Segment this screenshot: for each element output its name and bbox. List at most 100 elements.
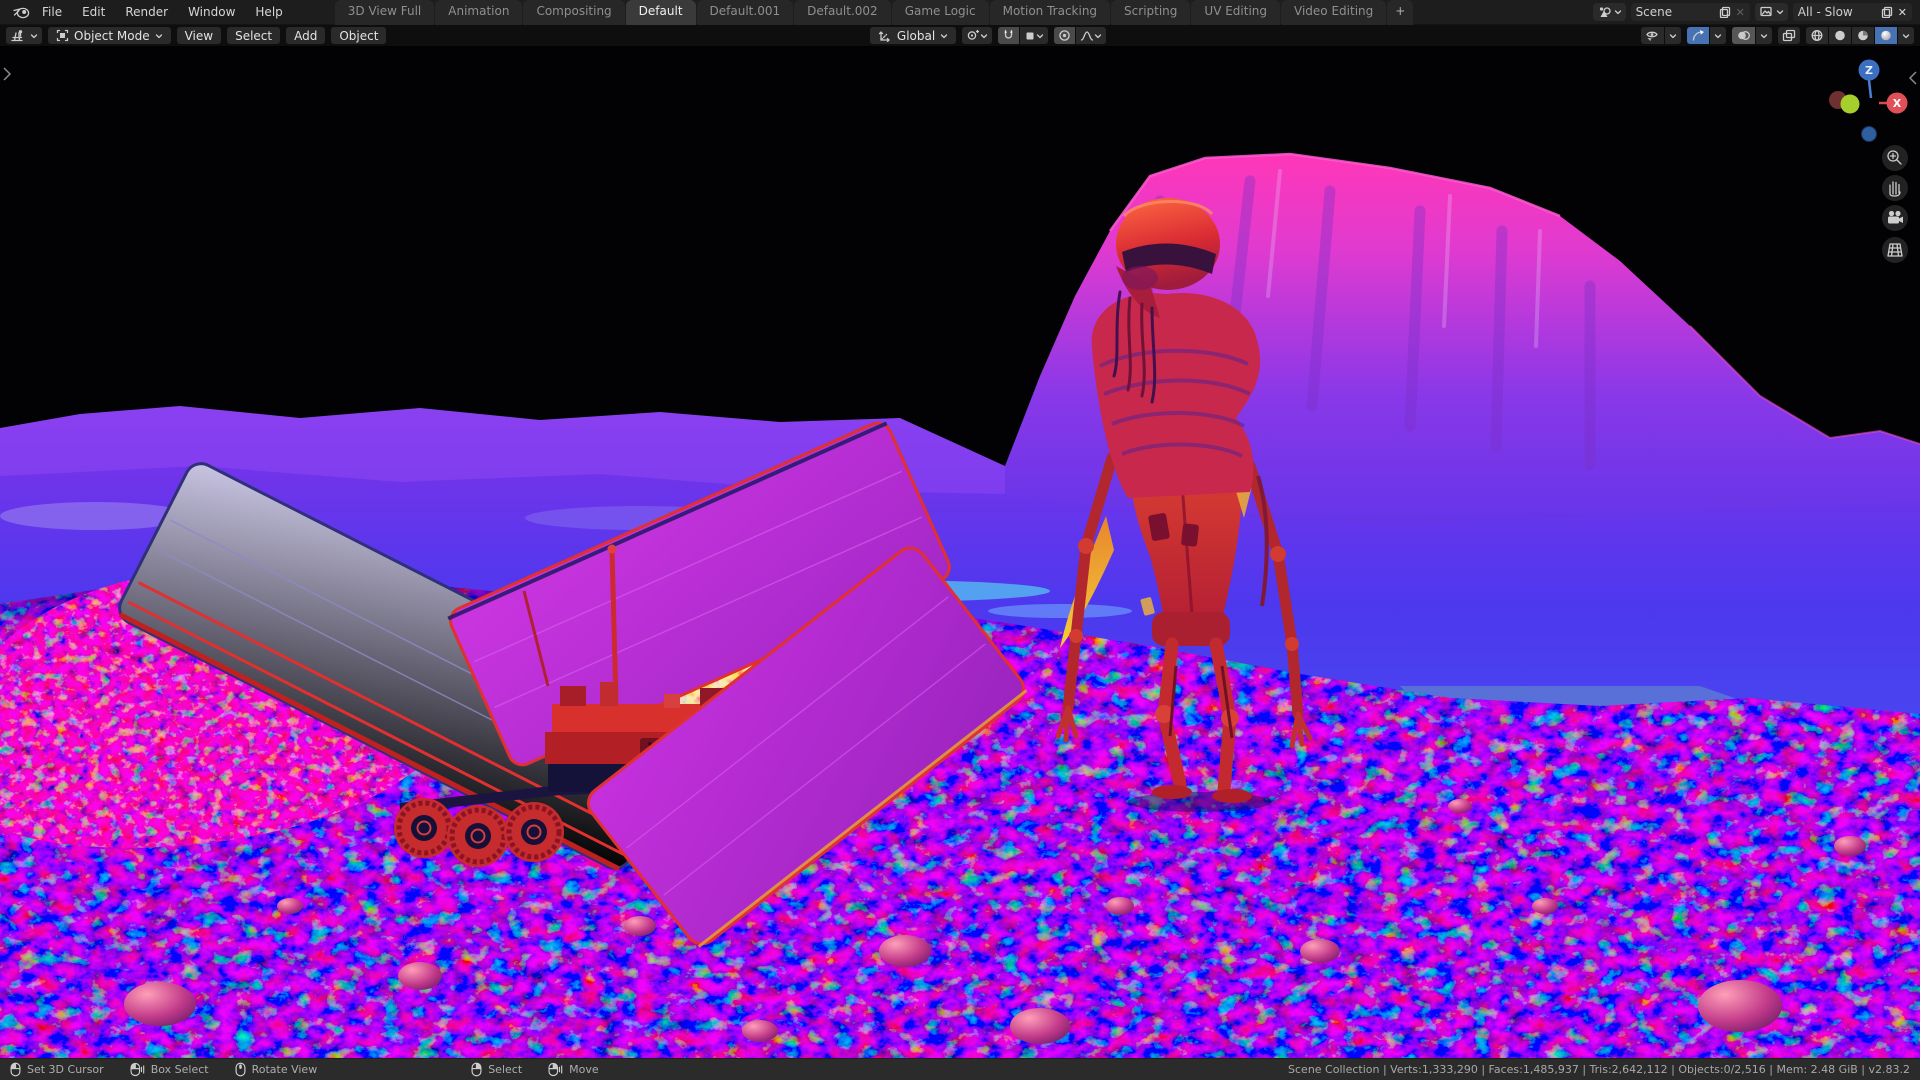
proportional-editing-icon [1058, 29, 1071, 42]
tab-default[interactable]: Default [626, 0, 696, 25]
menu-file[interactable]: File [32, 0, 72, 24]
object-mode-icon [56, 29, 69, 42]
shading-options-chevron[interactable] [1898, 27, 1914, 44]
tab-default-002[interactable]: Default.002 [794, 0, 891, 25]
new-scene-icon[interactable] [1719, 6, 1731, 18]
scene-icon [1597, 5, 1612, 19]
svg-text:Z: Z [1865, 64, 1873, 77]
proportional-falloff-dropdown[interactable] [1076, 27, 1106, 44]
chevron-down-icon [1776, 8, 1784, 16]
chevron-down-icon [155, 32, 163, 40]
editor-type-button[interactable] [6, 27, 42, 44]
editor-type-3d-viewport-icon [10, 29, 25, 43]
select-menu[interactable]: Select [227, 27, 280, 44]
scene-name: Scene [1636, 5, 1714, 19]
camera-view-button[interactable] [1882, 205, 1908, 231]
axis-neg-z-ball[interactable] [1862, 127, 1877, 142]
gizmos-options-chevron[interactable] [1710, 27, 1726, 44]
mouse-lmb-icon [10, 1062, 21, 1077]
view-layer-name: All - Slow [1798, 5, 1876, 19]
shading-material-button[interactable] [1852, 27, 1874, 44]
remove-view-layer-icon[interactable]: ✕ [1898, 6, 1907, 19]
chevron-down-icon [1614, 8, 1622, 16]
object-visibility-dropdown[interactable] [1641, 27, 1664, 44]
view-layer-field[interactable]: All - Slow ✕ [1793, 3, 1912, 21]
tab-game-logic[interactable]: Game Logic [892, 0, 989, 25]
tab-3d-view-full[interactable]: 3D View Full [335, 0, 435, 25]
transform-orientation-dropdown[interactable]: Global [870, 27, 956, 44]
tab-scripting[interactable]: Scripting [1111, 0, 1190, 25]
tab-uv-editing[interactable]: UV Editing [1191, 0, 1280, 25]
workspace-tabs: 3D View Full Animation Compositing Defau… [335, 0, 1414, 25]
falloff-curve-icon [1080, 30, 1094, 42]
chevron-down-icon [1036, 32, 1044, 40]
pan-hand-button[interactable] [1882, 175, 1908, 201]
snap-increment-icon [1024, 30, 1036, 42]
chevron-down-icon [1902, 32, 1910, 40]
scene-browse-button[interactable] [1593, 3, 1626, 21]
wireframe-shading-icon [1810, 29, 1824, 42]
statusbar: Set 3D Cursor Box Select Rotate View Sel… [0, 1058, 1920, 1080]
shading-solid-button[interactable] [1829, 27, 1851, 44]
gizmos-toggle[interactable] [1687, 27, 1709, 44]
visibility-options-chevron[interactable] [1665, 27, 1681, 44]
orientation-axes-icon [878, 29, 892, 42]
shading-wireframe-button[interactable] [1806, 27, 1828, 44]
new-view-layer-icon[interactable] [1881, 6, 1893, 18]
mouse-lmb-drag-icon [130, 1062, 145, 1077]
overlays-options-chevron[interactable] [1756, 27, 1772, 44]
mode-dropdown[interactable]: Object Mode [48, 27, 171, 44]
scene-viewlayer-controls: Scene ✕ All - Slow ✕ [1593, 3, 1920, 21]
unlink-scene-icon: ✕ [1736, 6, 1745, 19]
menu-edit[interactable]: Edit [72, 0, 115, 24]
mouse-mmb-icon [235, 1062, 246, 1077]
snap-target-dropdown[interactable] [1020, 27, 1048, 44]
hint-rotate-view: Rotate View [235, 1062, 318, 1077]
tab-compositing[interactable]: Compositing [523, 0, 624, 25]
view-menu[interactable]: View [177, 27, 221, 44]
overlays-toggle[interactable] [1732, 27, 1755, 44]
mode-label: Object Mode [74, 29, 150, 43]
shading-rendered-button[interactable] [1875, 27, 1897, 44]
tab-motion-tracking[interactable]: Motion Tracking [990, 0, 1110, 25]
chevron-down-icon [30, 32, 38, 40]
view-layer-icon [1759, 5, 1774, 19]
scene-name-field[interactable]: Scene ✕ [1631, 3, 1750, 21]
overlays-icon [1736, 29, 1751, 42]
rendered-shading-icon [1879, 29, 1893, 42]
menu-window[interactable]: Window [178, 0, 245, 24]
xray-icon [1782, 29, 1796, 42]
zoom-button[interactable] [1882, 145, 1908, 171]
viewport-render: Z X [0, 46, 1920, 1058]
snap-toggle[interactable] [998, 27, 1019, 44]
menu-render[interactable]: Render [115, 0, 178, 24]
hint-set-3d-cursor: Set 3D Cursor [10, 1062, 104, 1077]
pivot-point-dropdown[interactable] [962, 27, 992, 44]
hint-move: Move [548, 1062, 599, 1077]
hint-box-select: Box Select [130, 1062, 209, 1077]
view-layer-browse-button[interactable] [1755, 3, 1788, 21]
axis-y-ball[interactable] [1841, 95, 1860, 114]
blender-logo-icon[interactable] [10, 3, 32, 21]
chevron-down-icon [1714, 32, 1722, 40]
tab-default-001[interactable]: Default.001 [697, 0, 794, 25]
menu-help[interactable]: Help [245, 0, 292, 24]
perspective-grid-button[interactable] [1882, 237, 1908, 263]
chevron-down-icon [1094, 32, 1102, 40]
add-menu[interactable]: Add [286, 27, 325, 44]
xray-toggle[interactable] [1778, 27, 1800, 44]
orientation-label: Global [897, 29, 935, 43]
solid-shading-icon [1833, 29, 1847, 42]
chevron-down-icon [1760, 32, 1768, 40]
tab-video-editing[interactable]: Video Editing [1281, 0, 1386, 25]
material-preview-icon [1856, 29, 1870, 42]
viewport-header: Object Mode View Select Add Object Globa… [0, 25, 1920, 46]
tab-animation[interactable]: Animation [435, 0, 522, 25]
proportional-editing-toggle[interactable] [1054, 27, 1075, 44]
pivot-point-icon [966, 29, 980, 42]
object-menu[interactable]: Object [331, 27, 386, 44]
mouse-rmb-drag-icon [548, 1062, 563, 1077]
scene-statistics: Scene Collection | Verts:1,333,290 | Fac… [1288, 1063, 1910, 1076]
add-workspace-button[interactable]: + [1387, 0, 1413, 25]
3d-viewport[interactable]: Z X [0, 46, 1920, 1058]
